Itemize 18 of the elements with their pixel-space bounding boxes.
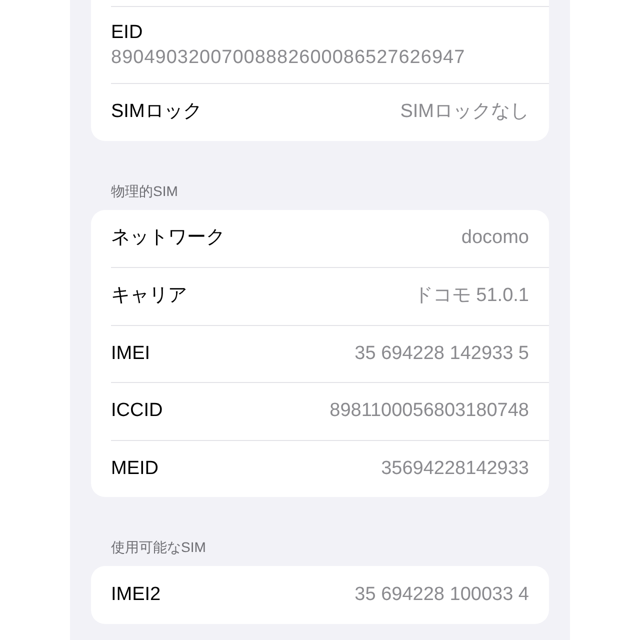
row-value: 35 694228 142933 5 (354, 342, 529, 366)
row-label: MEID (111, 456, 158, 480)
row-value: ドコモ 51.0.1 (414, 284, 529, 308)
row-label: SIMロック (111, 100, 202, 124)
row-label: EID (111, 21, 144, 45)
section-header: 物理的SIM (111, 182, 179, 200)
row-value: 35694228142933 (381, 456, 529, 480)
row-label: ICCID (111, 399, 163, 423)
row-label: IMEI (111, 342, 150, 366)
row-label: IMEI2 (111, 582, 161, 606)
row-label: キャリア (111, 284, 187, 308)
row-label: ネットワーク (111, 226, 225, 250)
row-value: SIMロックなし (400, 100, 529, 124)
row-value: 35 694228 100033 4 (354, 582, 529, 606)
row-value: 8981100056803180748 (330, 399, 529, 423)
row-value: 89049032007008882600086527626947 (111, 46, 466, 70)
row-value: docomo (461, 226, 529, 250)
section-header: 使用可能なSIM (111, 538, 207, 557)
